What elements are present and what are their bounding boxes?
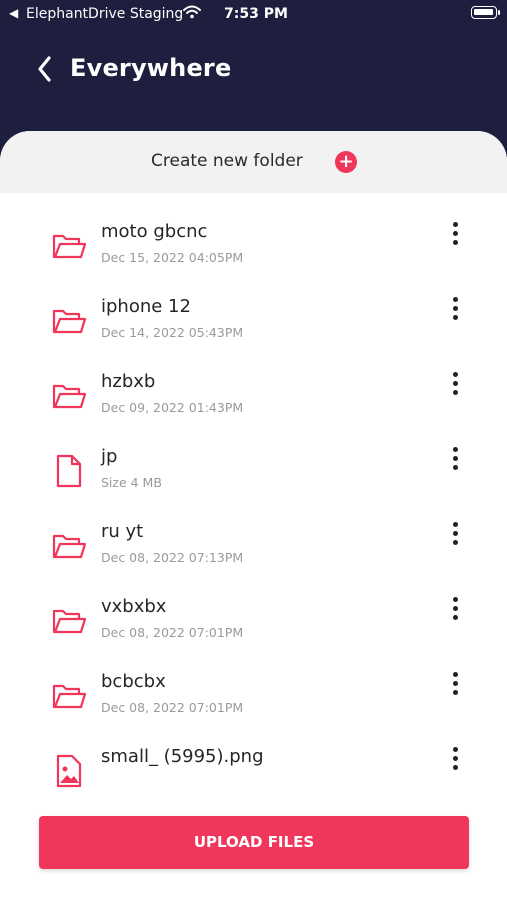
item-date: Dec 08, 2022 07:01PM — [101, 700, 244, 715]
status-time: 7:53 PM — [224, 6, 288, 22]
item-name: jp — [101, 446, 118, 467]
more-options-icon[interactable] — [446, 445, 466, 475]
list-item[interactable]: hzbxb Dec 09, 2022 01:43PM — [0, 368, 507, 443]
list-item[interactable]: ru yt Dec 08, 2022 07:13PM — [0, 518, 507, 593]
item-date: Dec 09, 2022 01:43PM — [101, 400, 244, 415]
item-name: bcbcbx — [101, 671, 166, 692]
item-size: Size 4 MB — [101, 475, 162, 490]
list-item[interactable]: vxbxbx Dec 08, 2022 07:01PM — [0, 593, 507, 668]
item-date: Dec 08, 2022 07:01PM — [101, 625, 244, 640]
item-name: vxbxbx — [101, 596, 167, 617]
back-button[interactable] — [34, 55, 60, 83]
upload-files-button[interactable]: UPLOAD FILES — [39, 816, 469, 869]
list-item[interactable]: bcbcbx Dec 08, 2022 07:01PM — [0, 668, 507, 743]
folder-icon — [51, 603, 87, 639]
item-name: small_ (5995).png — [101, 746, 264, 767]
chevron-left-icon — [38, 56, 51, 82]
page-title: Everywhere — [70, 54, 232, 82]
more-options-icon[interactable] — [446, 745, 466, 775]
image-file-icon — [51, 753, 87, 788]
item-name: hzbxb — [101, 371, 156, 392]
content-sheet: Create new folder + moto gbcnc Dec 15, 2… — [0, 131, 507, 900]
folder-icon — [51, 378, 87, 414]
more-options-icon[interactable] — [446, 520, 466, 550]
item-name: moto gbcnc — [101, 221, 208, 242]
status-bar: ◀ ElephantDrive Staging 7:53 PM — [0, 0, 507, 30]
status-back-indicator[interactable]: ◀ — [9, 6, 18, 20]
list-item[interactable]: jp Size 4 MB — [0, 443, 507, 518]
create-folder-label: Create new folder — [151, 151, 303, 171]
more-options-icon[interactable] — [446, 595, 466, 625]
item-date: Dec 08, 2022 07:13PM — [101, 550, 244, 565]
item-date: Dec 14, 2022 05:43PM — [101, 325, 244, 340]
wifi-icon — [183, 5, 201, 23]
status-carrier: ElephantDrive Staging — [26, 6, 184, 22]
item-name: ru yt — [101, 521, 144, 542]
more-options-icon[interactable] — [446, 670, 466, 700]
plus-icon: + — [335, 151, 357, 173]
folder-icon — [51, 303, 87, 339]
list-item[interactable]: moto gbcnc Dec 15, 2022 04:05PM — [0, 218, 507, 293]
item-name: iphone 12 — [101, 296, 191, 317]
item-date: Dec 15, 2022 04:05PM — [101, 250, 244, 265]
file-icon — [51, 453, 87, 489]
more-options-icon[interactable] — [446, 295, 466, 325]
file-list: moto gbcnc Dec 15, 2022 04:05PM iphone 1… — [0, 218, 507, 788]
list-item[interactable]: iphone 12 Dec 14, 2022 05:43PM — [0, 293, 507, 368]
more-options-icon[interactable] — [446, 370, 466, 400]
folder-icon — [51, 678, 87, 714]
battery-icon — [471, 6, 500, 19]
create-folder-button[interactable]: Create new folder + — [0, 131, 507, 193]
folder-icon — [51, 528, 87, 564]
more-options-icon[interactable] — [446, 220, 466, 250]
folder-icon — [51, 228, 87, 264]
list-item[interactable]: small_ (5995).png — [0, 743, 507, 788]
